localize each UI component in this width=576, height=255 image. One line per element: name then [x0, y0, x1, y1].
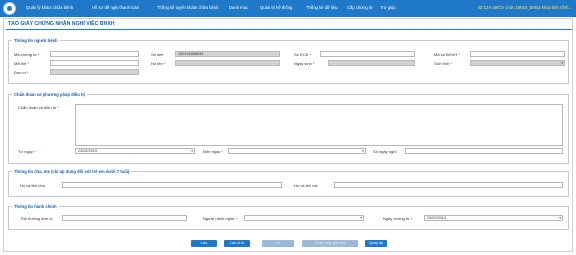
ho-ten-cha-input[interactable] — [62, 182, 282, 188]
tu-ngay-label: Từ ngày * — [18, 149, 36, 154]
chevron-down-icon: ▾ — [561, 61, 563, 65]
chevron-down-icon: ▾ — [559, 216, 561, 220]
nav-item-danh-muc[interactable]: Danh mục — [229, 5, 248, 10]
back-button[interactable]: Quay lại — [365, 240, 387, 247]
top-nav-bar: Quản lý khám chữa bệnh Hồ sơ đề nghị tha… — [0, 0, 576, 17]
nav-item-kham-chua-benh[interactable]: Quản lý khám chữa bệnh — [26, 5, 73, 10]
nav-item-thong-ke-du-lieu[interactable]: Thống kê dữ liệu — [306, 5, 337, 10]
ma-so-bhxh-input[interactable] — [470, 51, 565, 57]
nav-item-quan-tri[interactable]: Quản trị hệ thống — [260, 5, 292, 10]
nav-item-ho-so-thanh-toan[interactable]: Hồ sơ đề nghị thanh toán — [92, 5, 139, 10]
so-seri-input[interactable]: 100101856634 — [175, 51, 280, 57]
delete-send-button[interactable]: Chấm hủy gửi chứ — [302, 240, 358, 247]
so-kcb-label: Số KCB * — [294, 52, 311, 57]
print-button[interactable]: In — [262, 240, 294, 247]
don-vi-input[interactable] — [50, 69, 139, 75]
gioi-tinh-select[interactable]: ▾ — [470, 60, 565, 66]
save-print-button[interactable]: Lưu & In — [224, 240, 250, 247]
title-divider — [6, 29, 572, 30]
ma-so-bhxh-label: Mã số BHXH * — [434, 52, 460, 57]
nav-item-thong-ke-tuyen[interactable]: Thống kê tuyến khám chữa bệnh — [157, 5, 218, 10]
chevron-down-icon: ▾ — [360, 216, 362, 220]
so-ngay-nghi-input[interactable] — [405, 148, 563, 154]
chan-doan-label: Chẩn đoán và điều trị * — [18, 105, 59, 110]
user-info[interactable]: ID:12A-28/Cơ chức 19010_BVĐa khoa tỉnh V… — [478, 5, 572, 10]
den-ngay-label: Đến ngày * — [203, 149, 223, 154]
ho-ten-me-label: Họ và tên mẹ — [294, 183, 318, 188]
parents-legend: Thông tin cha, mẹ (chỉ áp dụng đối với t… — [14, 169, 130, 174]
chevron-down-icon: ▾ — [191, 149, 193, 153]
ma-chung-tu-label: Mã chứng từ * — [14, 52, 40, 57]
diagnosis-legend: Chẩn đoán và phương pháp điều trị — [14, 92, 86, 97]
ho-ten-cha-label: Họ và tên cha — [20, 183, 45, 188]
ngay-sinh-input[interactable] — [328, 60, 415, 66]
patient-info-legend: Thông tin người bệnh — [14, 38, 58, 43]
app-logo-icon[interactable] — [3, 2, 16, 15]
den-ngay-input[interactable]: ▾ — [228, 148, 366, 154]
so-seri-label: Số seri — [151, 52, 164, 57]
tu-ngay-input[interactable]: 23/02/2019 ▾ — [75, 148, 195, 154]
nav-item-cap-chung-tu[interactable]: Cấp chứng từ — [347, 5, 373, 10]
nguoi-hanh-nghe-select[interactable]: ▾ — [244, 215, 364, 221]
admin-legend: Thông tin hành chính — [14, 204, 57, 209]
gioi-tinh-label: Giới tính * — [434, 61, 452, 66]
chevron-down-icon: ▾ — [362, 149, 364, 153]
ngay-chung-tu-input[interactable]: 23/02/2019 ▾ — [424, 215, 563, 221]
page-title: TẠO GIẤY CHỨNG NHẬN NGHỈ VIỆC BHXH — [8, 21, 115, 27]
ho-ten-me-input[interactable] — [334, 182, 563, 188]
ma-chung-tu-input[interactable] — [50, 51, 139, 57]
ngay-sinh-label: Ngày sinh * — [294, 61, 315, 66]
so-ngay-nghi-label: Số ngày nghỉ — [373, 149, 397, 154]
chan-doan-textarea[interactable] — [75, 104, 563, 146]
so-kcb-input[interactable] — [320, 51, 415, 57]
ma-the-input[interactable] — [50, 60, 139, 66]
thu-truong-input[interactable] — [62, 215, 187, 221]
ngay-chung-tu-label: Ngày chứng từ * — [383, 216, 413, 221]
thu-truong-label: Thủ trưởng đơn vị — [20, 216, 53, 221]
nguoi-hanh-nghe-label: Người hành nghề * — [203, 216, 238, 221]
ma-the-label: Mã thẻ * — [14, 61, 29, 66]
don-vi-label: Đơn vị * — [14, 70, 29, 75]
ho-ten-input[interactable] — [175, 60, 280, 66]
nav-item-tro-giup[interactable]: Trợ giúp — [380, 5, 396, 10]
ho-ten-label: Họ tên * — [151, 61, 166, 66]
save-button[interactable]: Lưu — [191, 240, 217, 247]
